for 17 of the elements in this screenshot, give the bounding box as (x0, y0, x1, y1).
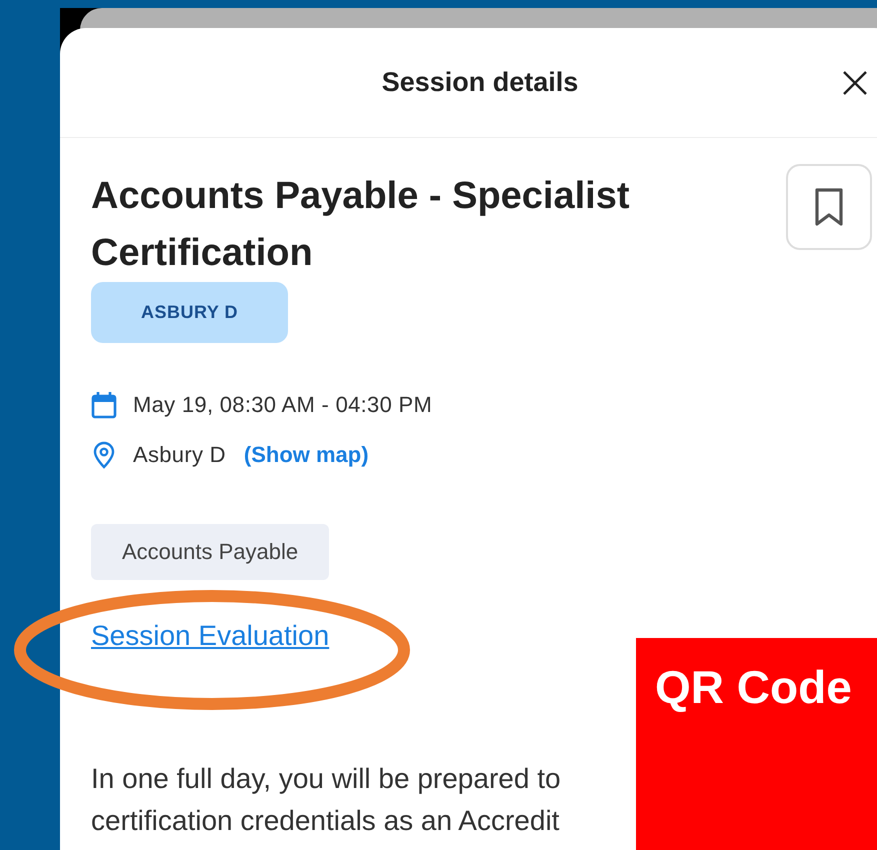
close-icon (842, 70, 868, 96)
calendar-icon (91, 391, 117, 419)
bookmark-button[interactable] (786, 164, 872, 250)
session-location: Asbury D (133, 442, 226, 468)
bookmark-icon (814, 187, 844, 227)
description-text: In one full day, you will be prepared to (91, 762, 562, 796)
sheet-title: Session details (382, 67, 578, 98)
room-tag: ASBURY D (91, 282, 288, 343)
close-button[interactable] (842, 70, 868, 96)
qr-code-label: QR Code (655, 660, 852, 714)
session-date-time: May 19, 08:30 AM - 04:30 PM (133, 392, 432, 418)
session-evaluation-link[interactable]: Session Evaluation (91, 618, 330, 654)
show-map-link[interactable]: (Show map) (244, 442, 369, 468)
session-title: Accounts Payable - Specialist Certification (91, 174, 631, 276)
category-tag: Accounts Payable (91, 524, 330, 580)
description-text: certification credentials as an Accredit (91, 804, 560, 838)
location-pin-icon (91, 441, 117, 469)
